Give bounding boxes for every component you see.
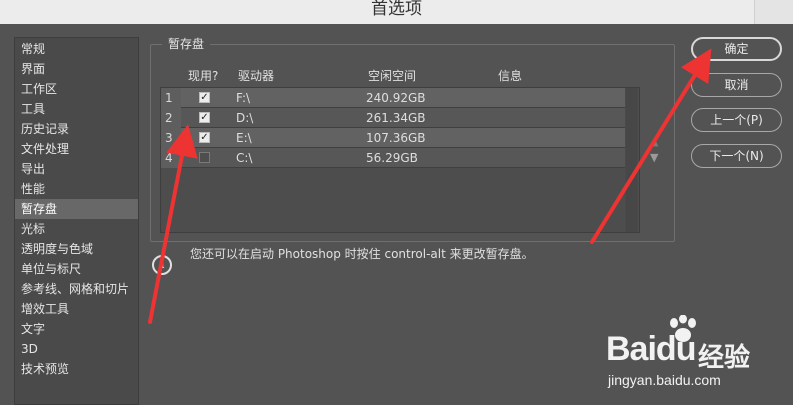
table-row[interactable]: 2 ✓ D:\ 261.34GB bbox=[161, 108, 626, 128]
move-down-icon[interactable]: ▼ bbox=[650, 151, 658, 164]
active-checkbox[interactable]: ✓ bbox=[199, 132, 210, 143]
next-button[interactable]: 下一个(N) bbox=[691, 144, 782, 168]
watermark-cn: 经验 bbox=[698, 343, 751, 373]
active-checkbox[interactable]: ✓ bbox=[199, 112, 210, 123]
preferences-sidebar: 常规 界面 工作区 工具 历史记录 文件处理 导出 性能 暂存盘 光标 透明度与… bbox=[14, 37, 139, 405]
sidebar-item-tools[interactable]: 工具 bbox=[15, 99, 138, 119]
cancel-button[interactable]: 取消 bbox=[691, 73, 782, 97]
previous-button[interactable]: 上一个(P) bbox=[691, 108, 782, 132]
free-space: 107.36GB bbox=[366, 131, 426, 145]
drive-letter: F:\ bbox=[236, 91, 251, 105]
active-checkbox[interactable] bbox=[199, 152, 210, 163]
ok-button[interactable]: 确定 bbox=[691, 37, 782, 61]
column-header-use: 现用? bbox=[188, 69, 219, 83]
sidebar-item-transparency-gamut[interactable]: 透明度与色域 bbox=[15, 239, 138, 259]
table-scrollbar[interactable] bbox=[625, 88, 638, 232]
active-checkbox[interactable]: ✓ bbox=[199, 92, 210, 103]
free-space: 261.34GB bbox=[366, 111, 426, 125]
column-header-drive: 驱动器 bbox=[238, 69, 275, 83]
sidebar-item-export[interactable]: 导出 bbox=[15, 159, 138, 179]
info-message: 您还可以在启动 Photoshop 时按住 control-alt 来更改暂存盘… bbox=[190, 247, 534, 261]
column-header-info: 信息 bbox=[498, 69, 523, 83]
sidebar-item-cursors[interactable]: 光标 bbox=[15, 219, 138, 239]
sidebar-item-workspace[interactable]: 工作区 bbox=[15, 79, 138, 99]
row-number: 1 bbox=[161, 88, 181, 108]
sidebar-item-scratch-disks[interactable]: 暂存盘 bbox=[15, 199, 138, 219]
scratch-disk-table: 1 ✓ F:\ 240.92GB 2 ✓ D:\ 261.34GB 3 ✓ E:… bbox=[160, 87, 640, 233]
sidebar-item-general[interactable]: 常规 bbox=[15, 39, 138, 59]
info-icon: i bbox=[152, 255, 172, 275]
close-button[interactable] bbox=[754, 0, 793, 24]
free-space: 56.29GB bbox=[366, 151, 418, 165]
sidebar-item-technology-previews[interactable]: 技术预览 bbox=[15, 359, 138, 379]
table-row[interactable]: 1 ✓ F:\ 240.92GB bbox=[161, 88, 626, 108]
sidebar-item-file-handling[interactable]: 文件处理 bbox=[15, 139, 138, 159]
watermark-brand: Baidu bbox=[606, 330, 696, 368]
sidebar-item-type[interactable]: 文字 bbox=[15, 319, 138, 339]
sidebar-item-guides-grid-slices[interactable]: 参考线、网格和切片 bbox=[15, 279, 138, 299]
table-row[interactable]: 3 ✓ E:\ 107.36GB bbox=[161, 128, 626, 148]
window-title: 首选项 bbox=[371, 0, 422, 19]
row-number: 2 bbox=[161, 108, 181, 128]
table-row[interactable]: 4 C:\ 56.29GB bbox=[161, 148, 626, 168]
row-number: 3 bbox=[161, 128, 181, 148]
sidebar-item-3d[interactable]: 3D bbox=[15, 339, 138, 359]
sidebar-item-history[interactable]: 历史记录 bbox=[15, 119, 138, 139]
drive-letter: E:\ bbox=[236, 131, 252, 145]
sidebar-item-performance[interactable]: 性能 bbox=[15, 179, 138, 199]
drive-letter: C:\ bbox=[236, 151, 253, 165]
move-up-icon[interactable]: ▲ bbox=[650, 135, 658, 148]
scrollbar-thumb[interactable] bbox=[626, 88, 637, 232]
baidu-watermark: Baidu 经验 jingyan.baidu.com bbox=[606, 315, 786, 397]
column-header-free-space: 空闲空间 bbox=[368, 69, 417, 83]
drive-letter: D:\ bbox=[236, 111, 254, 125]
sidebar-item-plugins[interactable]: 增效工具 bbox=[15, 299, 138, 319]
watermark-url: jingyan.baidu.com bbox=[608, 372, 721, 388]
scratch-disks-group-title: 暂存盘 bbox=[162, 36, 211, 52]
free-space: 240.92GB bbox=[366, 91, 426, 105]
sidebar-item-interface[interactable]: 界面 bbox=[15, 59, 138, 79]
row-number: 4 bbox=[161, 148, 181, 168]
sidebar-item-units-rulers[interactable]: 单位与标尺 bbox=[15, 259, 138, 279]
title-bar: 首选项 bbox=[0, 0, 793, 24]
